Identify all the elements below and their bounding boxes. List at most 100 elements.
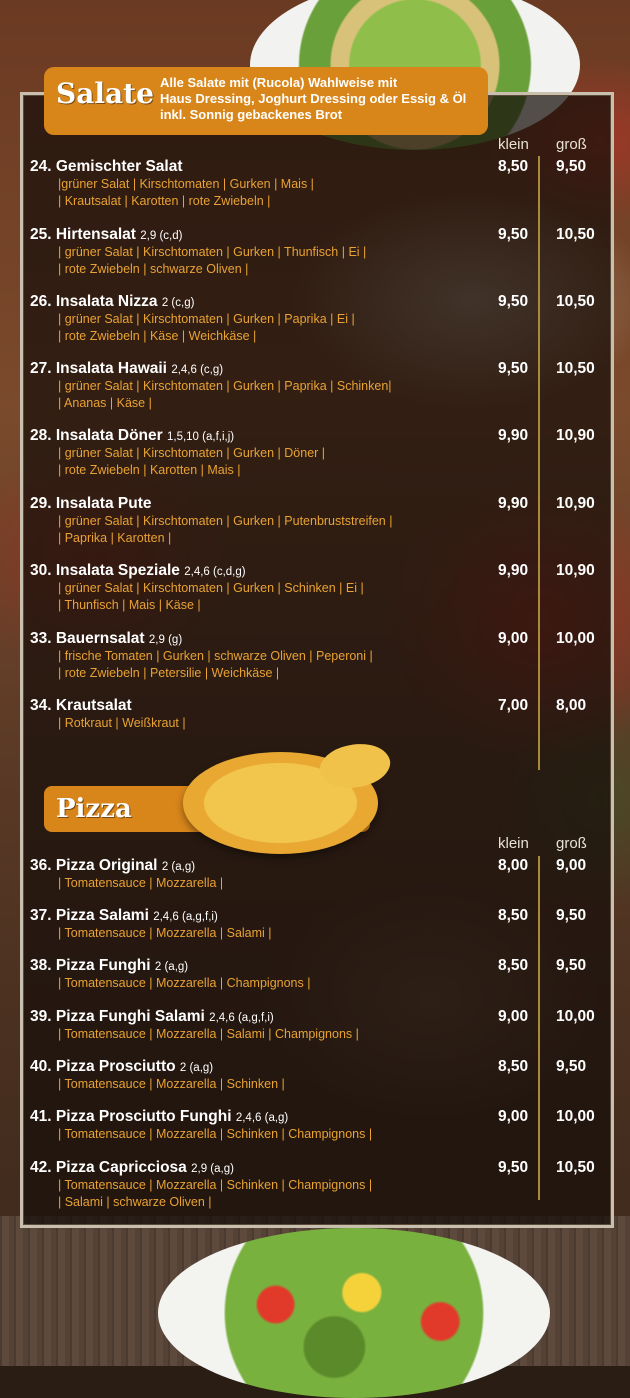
menu-item: 42. Pizza Capricciosa 2,9 (a,g) | Tomaten… (30, 1159, 595, 1211)
ingredients-line: | grüner Salat | Kirschtomaten | Gurken … (58, 514, 393, 528)
allergen-codes: 1,5,10 (a,f,i,j) (166, 431, 235, 443)
allergen-codes: 2 (c,g) (161, 297, 195, 309)
allergen-codes: 2 (a,g) (161, 861, 196, 873)
allergen-codes: 2,4,6 (c,d,g) (184, 566, 246, 578)
allergen-codes: 2 (a,g) (154, 961, 189, 973)
price-large: 10,00 (556, 1008, 595, 1025)
allergen-codes: 2,4,6 (c,g) (171, 364, 224, 376)
item-title: 40. Pizza Prosciutto (30, 1058, 176, 1075)
ingredients-line: | Tomatensauce | Mozzarella | Schinken |… (58, 1178, 373, 1192)
price-small: 9,90 (498, 562, 529, 579)
item-title: 33. Bauernsalat (30, 630, 145, 647)
salate-note-line: Haus Dressing, Joghurt Dressing oder Ess… (160, 91, 467, 106)
price-large: 9,50 (556, 907, 587, 924)
price-large: 10,50 (556, 226, 595, 243)
menu-item: 26. Insalata Nizza 2 (c,g) | grüner Salat… (30, 293, 595, 345)
ingredients-line: | Krautsalat | Karotten | rote Zwiebeln … (58, 194, 271, 208)
price-small: 9,00 (498, 630, 529, 647)
ingredients-line: | Salami | schwarze Oliven | (58, 1195, 212, 1209)
price-large: 10,00 (556, 630, 595, 647)
allergen-codes: 2,9 (g) (148, 634, 183, 646)
ingredients-line: | grüner Salat | Kirschtomaten | Gurken … (58, 312, 355, 326)
allergen-codes: 2 (a,g) (179, 1062, 214, 1074)
ingredients-line: | rote Zwiebeln | Karotten | Mais | (58, 463, 241, 477)
ingredients-line: | frische Tomaten | Gurken | schwarze Ol… (58, 649, 373, 663)
menu-item: 27. Insalata Hawaii 2,4,6 (c,g) | grüner … (30, 360, 595, 412)
ingredients-line: |grüner Salat | Kirschtomaten | Gurken |… (58, 177, 314, 191)
ingredients-line: | Tomatensauce | Mozzarella | Champignon… (58, 976, 311, 990)
ingredients-line: | Tomatensauce | Mozzarella | Salami | C… (58, 1027, 359, 1041)
column-header-large: groß (556, 835, 587, 852)
menu-item: 30. Insalata Speziale 2,4,6 (c,d,g) | grü… (30, 562, 595, 614)
ingredients-line: | Thunfisch | Mais | Käse | (58, 598, 201, 612)
ingredients-line: | rote Zwiebeln | schwarze Oliven | (58, 262, 249, 276)
salate-note: Alle Salate mit (Rucola) Wahlweise mit H… (160, 75, 482, 123)
menu-item: 40. Pizza Prosciutto 2 (a,g) | Tomatensau… (30, 1058, 590, 1093)
pizza-image (183, 752, 378, 854)
pizza-title: Pizza (56, 794, 132, 824)
salate-note-line: Alle Salate mit (Rucola) Wahlweise mit (160, 75, 398, 90)
menu-item: 39. Pizza Funghi Salami 2,4,6 (a,g,f,i) |… (30, 1008, 595, 1043)
price-small: 8,50 (498, 158, 529, 175)
ingredients-line: | rote Zwiebeln | Käse | Weichkäse | (58, 329, 257, 343)
item-title: 37. Pizza Salami (30, 907, 149, 924)
item-title: 34. Krautsalat (30, 697, 132, 714)
price-large: 9,50 (556, 1058, 587, 1075)
salate-note-line: inkl. Sonnig gebackenes Brot (160, 107, 343, 122)
price-small: 8,50 (498, 957, 529, 974)
item-title: 42. Pizza Capricciosa (30, 1159, 187, 1176)
item-title: 27. Insalata Hawaii (30, 360, 167, 377)
ingredients-line: | Rotkraut | Weißkraut | (58, 716, 186, 730)
ingredients-line: | Tomatensauce | Mozzarella | Salami | (58, 926, 272, 940)
allergen-codes: 2,4,6 (a,g,f,i) (209, 1012, 274, 1024)
price-large: 9,50 (556, 158, 587, 175)
ingredients-line: | Ananas | Käse | (58, 396, 152, 410)
menu-item: 34. Krautsalat | Rotkraut | Weißkraut | 7… (30, 697, 590, 732)
menu-item: 38. Pizza Funghi 2 (a,g) | Tomatensauce |… (30, 957, 590, 992)
price-small: 9,00 (498, 1108, 529, 1125)
ingredients-line: | Tomatensauce | Mozzarella | (58, 876, 224, 890)
price-large: 10,90 (556, 495, 595, 512)
menu-item: 37. Pizza Salami 2,4,6 (a,g,f,i) | Tomate… (30, 907, 590, 942)
salad-plate-image (158, 1228, 550, 1398)
ingredients-line: | Tomatensauce | Mozzarella | Schinken |… (58, 1127, 373, 1141)
price-large: 9,50 (556, 957, 587, 974)
ingredients-line: | grüner Salat | Kirschtomaten | Gurken … (58, 581, 364, 595)
ingredients-line: | grüner Salat | Kirschtomaten | Gurken … (58, 245, 367, 259)
price-large: 10,50 (556, 1159, 595, 1176)
allergen-codes: 2,9 (a,g) (191, 1163, 234, 1175)
item-title: 28. Insalata Döner (30, 427, 163, 444)
allergen-codes: 2,4,6 (a,g,f,i) (153, 911, 218, 923)
price-large: 10,00 (556, 1108, 595, 1125)
column-header-small: klein (498, 835, 529, 852)
price-small: 9,50 (498, 1159, 529, 1176)
price-large: 8,00 (556, 697, 587, 714)
ingredients-line: | grüner Salat | Kirschtomaten | Gurken … (58, 446, 326, 460)
menu-item: 33. Bauernsalat 2,9 (g) | frische Tomaten… (30, 630, 595, 682)
column-header-large: groß (556, 136, 587, 153)
item-title: 39. Pizza Funghi Salami (30, 1008, 205, 1025)
price-small: 9,90 (498, 495, 529, 512)
price-small: 9,90 (498, 427, 529, 444)
menu-item: 25. Hirtensalat 2,9 (c,d) | grüner Salat … (30, 226, 595, 278)
price-large: 10,90 (556, 562, 595, 579)
price-small: 9,50 (498, 360, 529, 377)
price-small: 7,00 (498, 697, 529, 714)
menu-item: 36. Pizza Original 2 (a,g) | Tomatensauce… (30, 857, 590, 892)
item-title: 41. Pizza Prosciutto Funghi (30, 1108, 232, 1125)
allergen-codes: 2,4,6 (a,g) (235, 1112, 289, 1124)
price-small: 8,50 (498, 1058, 529, 1075)
salate-title: Salate (56, 77, 154, 110)
ingredients-line: | grüner Salat | Kirschtomaten | Gurken … (58, 379, 392, 393)
price-small: 8,50 (498, 907, 529, 924)
item-title: 36. Pizza Original (30, 857, 158, 874)
price-large: 10,50 (556, 360, 595, 377)
salate-banner: Salate Alle Salate mit (Rucola) Wahlweis… (44, 67, 488, 135)
allergen-codes: 2,9 (c,d) (140, 230, 183, 242)
item-title: 26. Insalata Nizza (30, 293, 158, 310)
ingredients-line: | Tomatensauce | Mozzarella | Schinken | (58, 1077, 285, 1091)
price-large: 10,50 (556, 293, 595, 310)
menu-item: 41. Pizza Prosciutto Funghi 2,4,6 (a,g) |… (30, 1108, 595, 1143)
menu-item: 28. Insalata Döner 1,5,10 (a,f,i,j) | grü… (30, 427, 595, 479)
menu-item: 24. Gemischter Salat |grüner Salat | Kir… (30, 158, 590, 210)
